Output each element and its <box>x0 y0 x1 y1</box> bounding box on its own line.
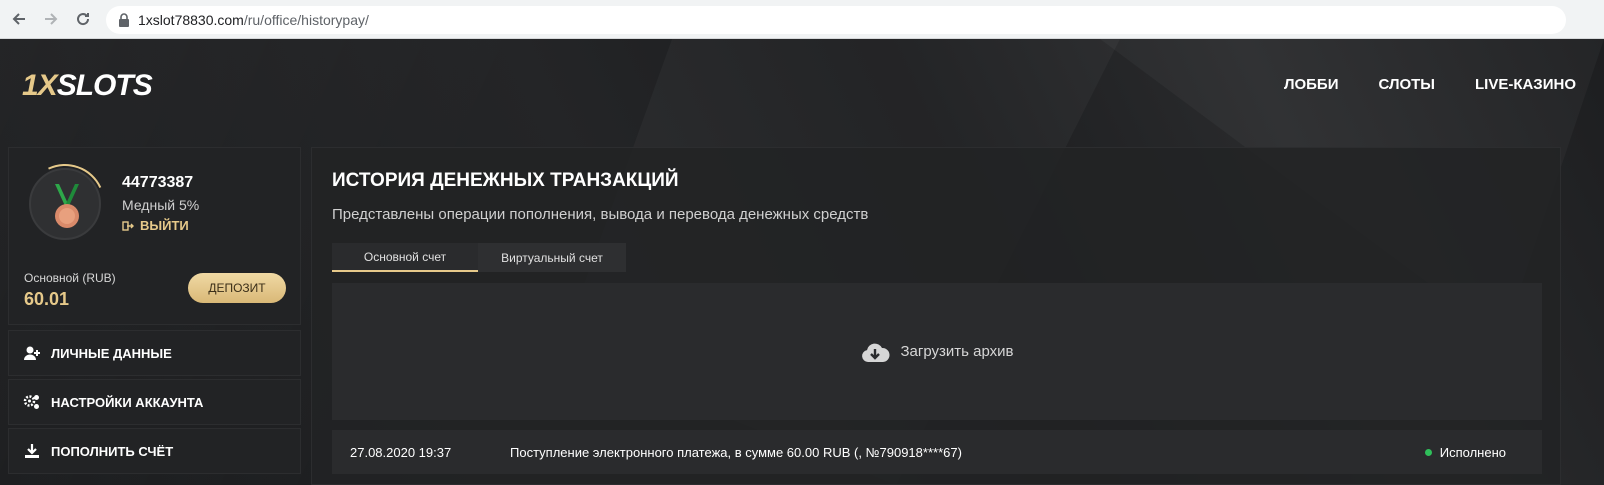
medal-icon <box>55 184 79 228</box>
menu-item-personal-data[interactable]: ЛИЧНЫЕ ДАННЫЕ <box>8 330 301 376</box>
balance-label: Основной (RUB) <box>24 271 116 285</box>
url-domain: 1xslot78830.com <box>138 12 244 28</box>
lock-icon <box>119 13 129 27</box>
nav-live-casino[interactable]: LIVE-КАЗИНО <box>1475 76 1576 93</box>
user-id: 44773387 <box>122 174 194 191</box>
nav-slots[interactable]: СЛОТЫ <box>1378 76 1435 93</box>
logout-icon <box>122 220 134 231</box>
tab-virtual-account[interactable]: Виртуальный счет <box>478 243 626 272</box>
download-archive-button[interactable]: Загрузить архив <box>332 283 1542 420</box>
url-path: /ru/office/historypay/ <box>243 12 369 28</box>
deposit-button[interactable]: ДЕПОЗИТ <box>188 273 286 303</box>
page-subtitle: Представлены операции пополнения, вывода… <box>332 206 869 223</box>
site-header: 1XSLOTS ЛОББИ СЛОТЫ LIVE-КАЗИНО <box>0 39 1604 137</box>
reload-icon[interactable] <box>72 8 94 30</box>
nav-lobby[interactable]: ЛОББИ <box>1284 76 1339 93</box>
page-title: ИСТОРИЯ ДЕНЕЖНЫХ ТРАНЗАКЦИЙ <box>332 170 679 191</box>
browser-toolbar: 1xslot78830.com/ru/office/historypay/ <box>0 0 1604 39</box>
table-row: 27.08.2020 19:37 Поступление электронног… <box>332 430 1542 474</box>
site-background: 1XSLOTS ЛОББИ СЛОТЫ LIVE-КАЗИНО 44773387… <box>0 39 1604 485</box>
logout-button[interactable]: ВЫЙТИ <box>122 218 189 233</box>
menu-item-top-up[interactable]: ПОПОЛНИТЬ СЧЁТ <box>8 428 301 474</box>
status-dot-icon <box>1424 448 1432 456</box>
forward-icon[interactable] <box>40 8 62 30</box>
top-nav: ЛОББИ СЛОТЫ LIVE-КАЗИНО <box>1284 76 1576 93</box>
gears-icon <box>23 395 39 409</box>
tab-main-account[interactable]: Основной счет <box>332 243 478 272</box>
transaction-history-panel: ИСТОРИЯ ДЕНЕЖНЫХ ТРАНЗАКЦИЙ Представлены… <box>311 147 1561 485</box>
user-level: Медный 5% <box>122 197 200 213</box>
tx-date: 27.08.2020 19:37 <box>350 444 452 460</box>
download-icon <box>25 444 39 458</box>
balance-value: 60.01 <box>24 289 70 309</box>
tx-description: Поступление электронного платежа, в сумм… <box>510 444 962 460</box>
avatar <box>29 168 101 240</box>
status-badge: Исполнено <box>1424 445 1506 460</box>
profile-card: 44773387 Медный 5% ВЫЙТИ Основной (RUB) … <box>8 147 301 325</box>
back-icon[interactable] <box>8 8 30 30</box>
user-plus-icon <box>24 346 40 360</box>
account-tabs: Основной счет Виртуальный счет <box>332 243 626 272</box>
address-bar[interactable]: 1xslot78830.com/ru/office/historypay/ <box>106 6 1566 34</box>
site-logo[interactable]: 1XSLOTS <box>22 69 153 103</box>
cloud-download-icon <box>862 343 890 362</box>
menu-item-account-settings[interactable]: НАСТРОЙКИ АККАУНТА <box>8 379 301 425</box>
